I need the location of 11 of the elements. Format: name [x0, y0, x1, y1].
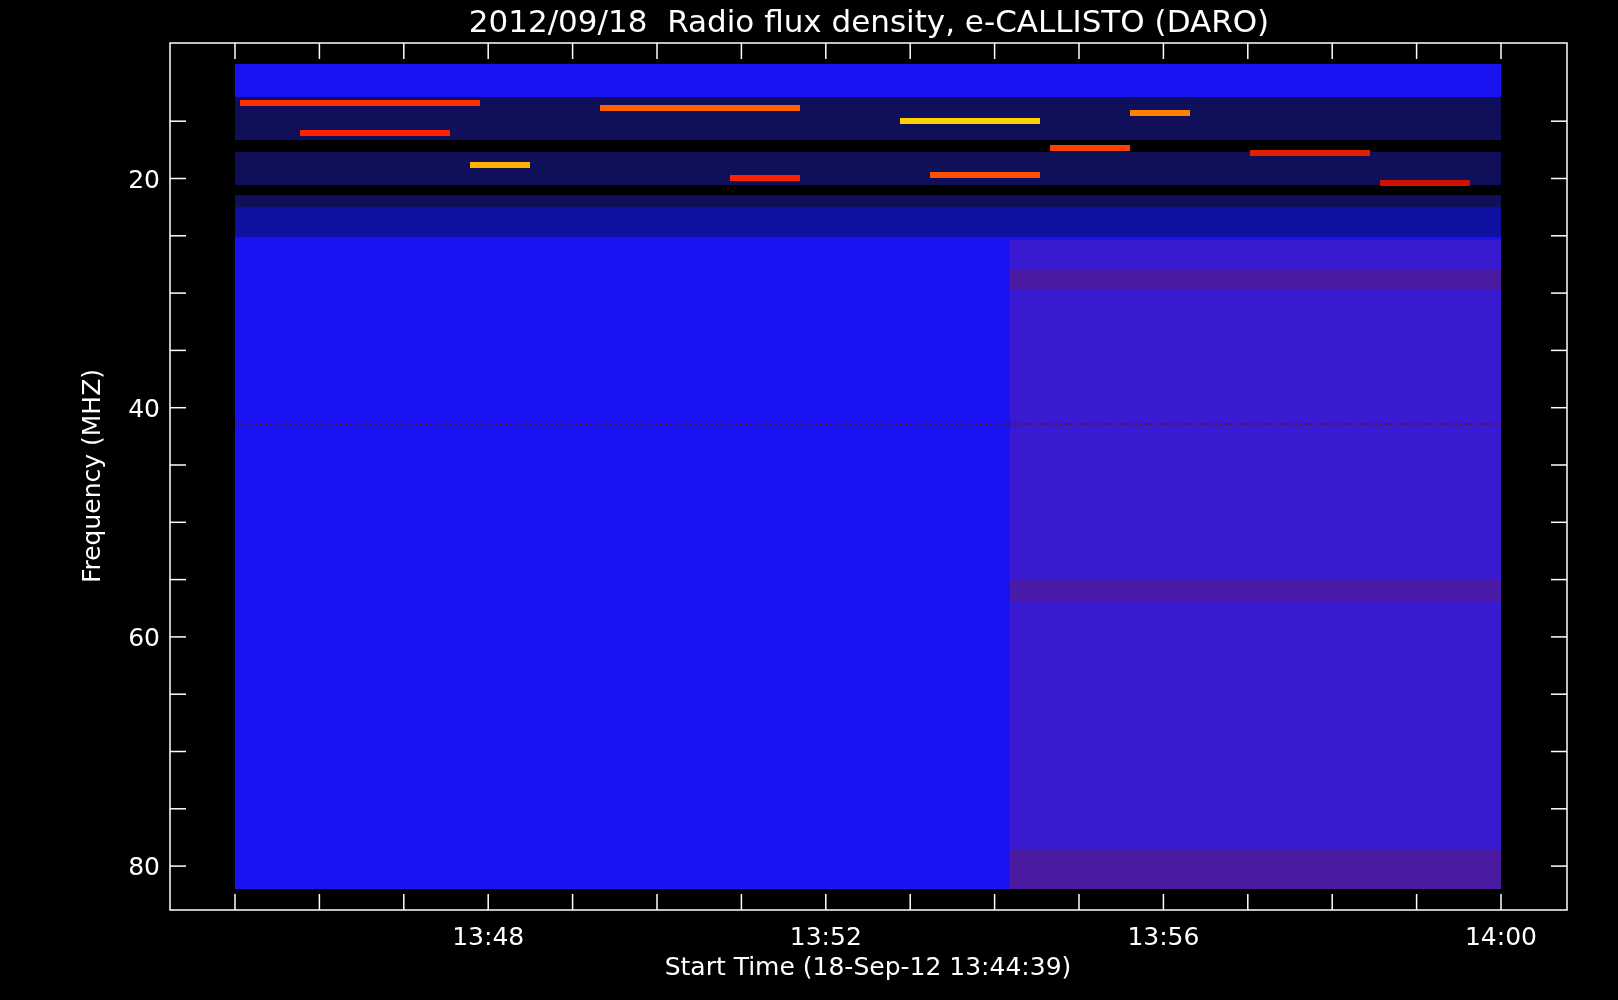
y-axis-label: Frequency (MHZ) — [77, 368, 106, 584]
x-tick-label: 14:00 — [1465, 922, 1537, 951]
x-tick-label: 13:52 — [789, 922, 862, 951]
x-tick-label: 13:48 — [452, 922, 525, 951]
x-axis-label: Start Time (18-Sep-12 13:44:39) — [664, 952, 1072, 981]
y-tick-label: 80 — [128, 852, 160, 882]
x-tick-label: 13:56 — [1127, 922, 1200, 951]
y-tick-label: 40 — [128, 393, 160, 423]
chart-title: 2012/09/18 Radio flux density, e-CALLISTO (DARO) — [468, 3, 1270, 39]
y-tick-label: 60 — [128, 622, 160, 652]
y-tick-label: 20 — [128, 164, 160, 194]
